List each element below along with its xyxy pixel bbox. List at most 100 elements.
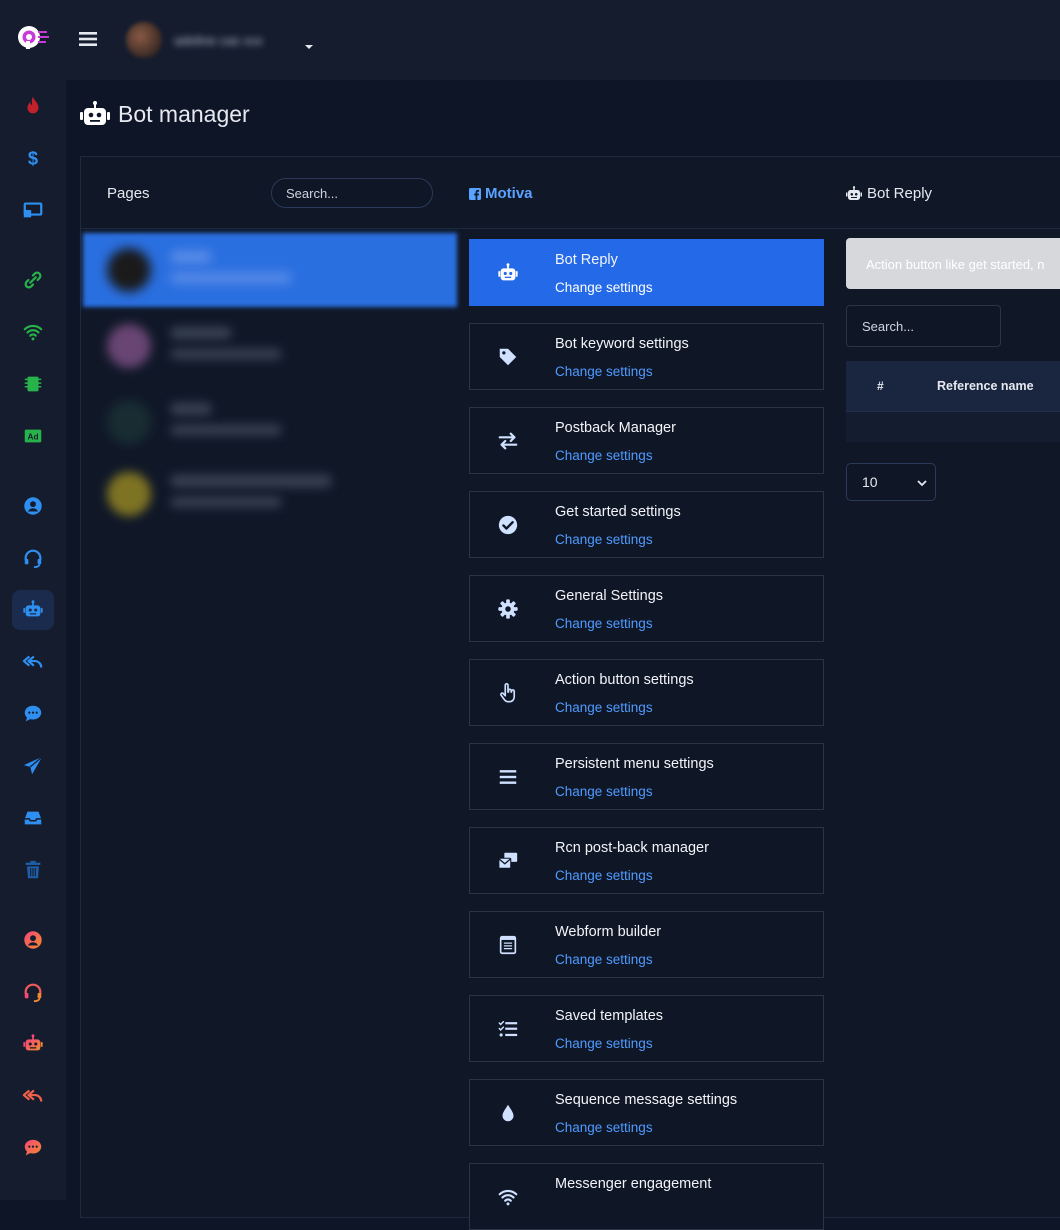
menu-item-title: Sequence message settings: [555, 1092, 738, 1108]
sidebar-headset-gradient-icon[interactable]: [12, 972, 54, 1012]
sidebar-reply-all-icon[interactable]: [12, 642, 54, 682]
change-settings-link[interactable]: Change settings: [555, 616, 653, 631]
sidebar-headset-icon[interactable]: [12, 538, 54, 578]
bot-reply-title-label: Bot Reply: [867, 185, 933, 202]
card-header: Pages Motiva Bot Reply: [81, 157, 1060, 229]
sidebar-dollar-icon[interactable]: $: [12, 138, 54, 178]
sidebar-link-icon[interactable]: [12, 260, 54, 300]
menu-item-title: General Settings: [555, 588, 664, 604]
sidebar-inbox-icon[interactable]: [12, 798, 54, 838]
menu-item-title: Webform builder: [555, 924, 662, 940]
top-navbar: adeline cas xxx: [66, 0, 1060, 80]
menu-item-bot-reply[interactable]: Bot Reply Change settings: [469, 239, 824, 306]
drop-icon: [496, 1102, 520, 1124]
menu-item-webform-builder[interactable]: Webform builder Change settings: [469, 911, 824, 978]
sidebar-screen-icon[interactable]: [12, 190, 54, 230]
chevron-down-icon: [917, 480, 927, 487]
menu-item-get-started-settings[interactable]: Get started settings Change settings: [469, 491, 824, 558]
user-name[interactable]: adeline cas xxx: [174, 33, 300, 48]
page-list-item[interactable]: [83, 233, 457, 307]
menu-item-postback-manager[interactable]: Postback Manager Change settings: [469, 407, 824, 474]
page-avatar: [107, 324, 151, 368]
sidebar-ad-icon[interactable]: Ad: [12, 416, 54, 456]
menu-item-title: Bot Reply: [555, 252, 618, 268]
page-name-placeholder: [171, 251, 211, 263]
sidebar-user-gradient-icon[interactable]: [12, 920, 54, 960]
change-settings-link[interactable]: Change settings: [555, 532, 653, 547]
sidebar-reply-all-gradient-icon[interactable]: [12, 1076, 54, 1116]
menu-item-bot-keyword-settings[interactable]: Bot keyword settings Change settings: [469, 323, 824, 390]
form-icon: [496, 934, 520, 956]
change-settings-link[interactable]: Change settings: [555, 868, 653, 883]
user-avatar[interactable]: [126, 22, 162, 58]
page-length-select[interactable]: 10: [846, 463, 936, 501]
info-alert: Action button like get started, n: [846, 238, 1060, 289]
sidebar-chat-gradient-icon[interactable]: [12, 1128, 54, 1168]
page-list-item[interactable]: [83, 385, 457, 459]
check-circle-icon: [496, 514, 520, 536]
page-title: Bot manager: [118, 100, 250, 127]
menu-item-title: Rcn post-back manager: [555, 840, 709, 856]
change-settings-link[interactable]: Change settings: [555, 700, 653, 715]
page-list-item[interactable]: [83, 457, 457, 531]
facebook-page-title[interactable]: Motiva: [469, 185, 533, 202]
change-settings-link[interactable]: Change settings: [555, 280, 653, 295]
page-name-placeholder: [171, 403, 211, 415]
page-id-placeholder: [171, 273, 291, 283]
change-settings-link[interactable]: Change settings: [555, 448, 653, 463]
change-settings-link[interactable]: Change settings: [555, 952, 653, 967]
bot-reply-panel-title: Bot Reply: [846, 185, 932, 202]
bars-icon: [496, 766, 520, 788]
pages-panel-title: Pages: [107, 185, 150, 202]
column-header-reference-name[interactable]: Reference name: [937, 379, 1034, 393]
page-list-item[interactable]: [83, 309, 457, 383]
menu-item-saved-templates[interactable]: Saved templates Change settings: [469, 995, 824, 1062]
menu-item-rcn-post-back-manager[interactable]: Rcn post-back manager Change settings: [469, 827, 824, 894]
wifi-icon: [496, 1186, 520, 1208]
change-settings-link[interactable]: Change settings: [555, 1120, 653, 1135]
sidebar-chip-icon[interactable]: [12, 364, 54, 404]
menu-item-action-button-settings[interactable]: Action button settings Change settings: [469, 659, 824, 726]
page-avatar: [107, 400, 151, 444]
change-settings-link[interactable]: Change settings: [555, 1036, 653, 1051]
sidebar-user-icon[interactable]: [12, 486, 54, 526]
change-settings-link[interactable]: Change settings: [555, 364, 653, 379]
pages-search-input[interactable]: [271, 178, 433, 208]
bot-reply-search-input[interactable]: [846, 305, 1001, 347]
menu-item-messenger-engagement[interactable]: Messenger engagement: [469, 1163, 824, 1230]
menu-item-title: Get started settings: [555, 504, 681, 520]
info-alert-text: Action button like get started, n: [866, 257, 1045, 272]
sidebar-send-icon[interactable]: [12, 746, 54, 786]
user-dropdown-caret-icon[interactable]: [304, 37, 314, 49]
robot-icon: [496, 262, 520, 284]
menu-item-sequence-message-settings[interactable]: Sequence message settings Change setting…: [469, 1079, 824, 1146]
page-id-placeholder: [171, 425, 281, 435]
sidebar-chat-icon[interactable]: [12, 694, 54, 734]
menu-item-general-settings[interactable]: General Settings Change settings: [469, 575, 824, 642]
menu-item-title: Persistent menu settings: [555, 756, 714, 772]
sidebar-wifi-icon[interactable]: [12, 312, 54, 352]
menu-item-title: Messenger engagement: [555, 1176, 712, 1192]
robot-icon: [80, 101, 110, 125]
app-logo[interactable]: [16, 22, 50, 52]
sidebar-robot-gradient-icon[interactable]: [12, 1024, 54, 1064]
sidebar-trash-icon[interactable]: [12, 850, 54, 890]
robot-icon: [846, 186, 862, 200]
sidebar-robot-icon[interactable]: [12, 590, 54, 630]
tag-icon: [496, 346, 520, 368]
page-id-placeholder: [171, 497, 281, 507]
change-settings-link[interactable]: Change settings: [555, 784, 653, 799]
mail-bulk-icon: [496, 850, 520, 872]
gear-icon: [496, 598, 520, 620]
facebook-icon: [469, 187, 481, 200]
page-heading: Bot manager: [80, 96, 250, 132]
menu-item-title: Postback Manager: [555, 420, 676, 436]
column-header-number[interactable]: #: [877, 379, 884, 393]
tasks-icon: [496, 1018, 520, 1040]
menu-item-persistent-menu-settings[interactable]: Persistent menu settings Change settings: [469, 743, 824, 810]
svg-text:$: $: [28, 147, 38, 168]
sidebar: $ Ad: [0, 0, 66, 1200]
menu-toggle-icon[interactable]: [79, 30, 97, 48]
facebook-page-name: Motiva: [485, 185, 533, 202]
sidebar-fire-icon[interactable]: [12, 86, 54, 126]
